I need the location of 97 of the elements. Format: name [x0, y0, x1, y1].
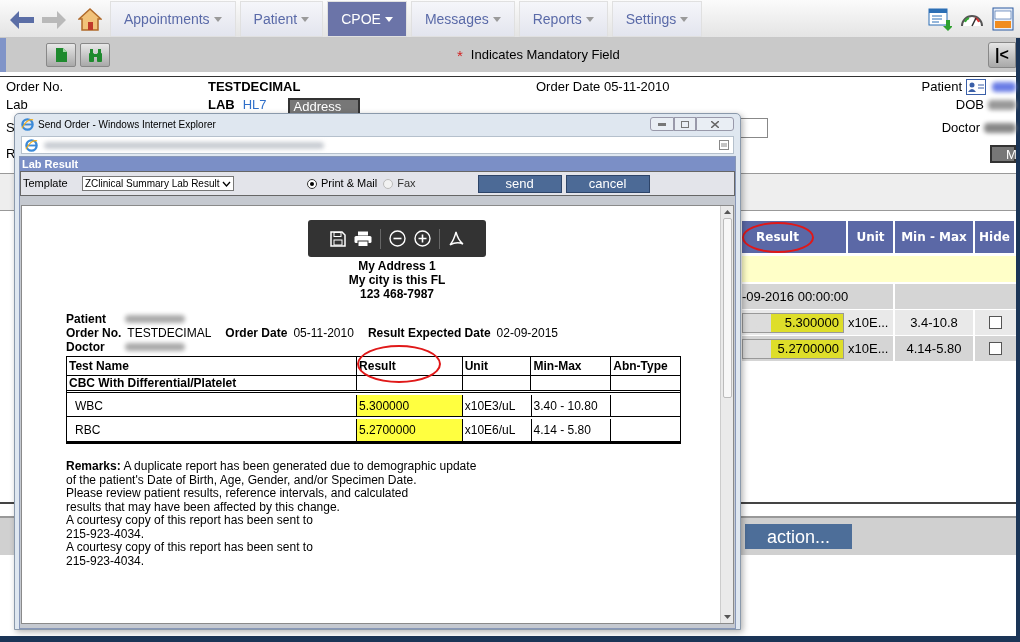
table-cell: 5.2700000 — [357, 419, 463, 441]
table-cell: 3.40 - 10.80 — [531, 395, 612, 416]
remarks-text: Remarks: A duplicate report has been generated due to demographic update of the patient's Date of Birth, Age, Gender, and/or Specimen Date. Please review patient results, reference intervals, and calculated results that may have been affected by this change. A courtesy copy of this report has been sent to 215-923-4034. A courtesy copy of this report has been sent to 215-923-4034. — [66, 460, 478, 568]
close-button[interactable] — [696, 117, 734, 131]
table-cell: CBC With Differential/Platelet — [67, 376, 358, 390]
table-cell: x10E6/uL — [462, 419, 532, 441]
column-header[interactable]: Min - Max — [895, 221, 975, 253]
back-icon[interactable] — [10, 11, 34, 29]
binoculars-icon — [87, 48, 103, 62]
caret-icon — [680, 16, 689, 22]
field-label: R — [6, 145, 16, 164]
menu-tab[interactable]: Appointments — [110, 1, 236, 37]
field-label: Patient — [921, 78, 962, 97]
column-header: Abn-Type — [612, 358, 669, 375]
column-header: Unit — [462, 357, 532, 375]
menu-tab[interactable]: Messages — [410, 1, 515, 37]
field-label: Template — [23, 176, 69, 192]
search-button[interactable] — [80, 43, 110, 67]
address-line: My Address 1 — [358, 259, 436, 273]
window-title: Send Order - Windows Internet Explorer — [38, 117, 216, 132]
panel-title: Lab Result — [20, 157, 735, 171]
radio-label: Print & Mail — [321, 176, 378, 192]
column-header: Min-Max — [531, 357, 612, 375]
field-label: Lab — [6, 96, 29, 115]
scrollbar[interactable] — [720, 206, 733, 623]
order-date: Order Date 05-11-2010 — [536, 78, 670, 97]
menu-tab[interactable]: Patient — [239, 1, 324, 37]
browser-icon — [25, 138, 38, 152]
print-icon[interactable] — [353, 230, 372, 247]
field-label: Order Date — [225, 326, 288, 340]
zoom-in-icon[interactable] — [413, 230, 431, 247]
compatibility-icon[interactable] — [719, 140, 729, 150]
field-value: TESTDECIMAL — [127, 326, 212, 340]
field-label: Doctor — [941, 119, 980, 138]
maximize-icon — [681, 120, 689, 128]
table-cell: -09-2016 00:00:00 — [742, 284, 893, 309]
list-download-icon[interactable] — [928, 6, 952, 31]
zoom-out-icon[interactable] — [388, 230, 406, 247]
mandatory-note: Indicates Mandatory Field — [470, 46, 620, 65]
patient-card-icon[interactable] — [966, 79, 986, 95]
table-cell: x10E... — [848, 336, 895, 361]
radio-button[interactable] — [307, 178, 317, 189]
caret-icon — [301, 16, 310, 22]
radio-label: Fax — [397, 176, 416, 192]
minimize-button[interactable] — [650, 117, 674, 131]
address-button[interactable]: Address — [287, 98, 360, 113]
field-value: 02-09-2015 — [496, 326, 558, 340]
order-number: TESTDECIMAL — [208, 78, 302, 97]
field-label: Doctor — [66, 340, 106, 354]
caret-icon — [384, 16, 393, 22]
field-label: S — [6, 119, 15, 138]
field-label: Patient — [66, 312, 107, 326]
dialog-button[interactable]: send — [477, 174, 562, 193]
home-icon[interactable] — [78, 7, 102, 31]
table-cell: 5.300000 — [357, 395, 463, 416]
menu-tab[interactable]: CPOE — [327, 1, 407, 37]
close-icon — [711, 120, 719, 128]
field-value: 05-11-2010 — [293, 326, 354, 340]
field-label: Order No. — [6, 78, 65, 97]
address-line: My city is this FL — [348, 273, 446, 287]
result-field[interactable]: 5.2700000 — [742, 338, 844, 359]
table-cell: 4.14-5.80 — [895, 336, 975, 361]
new-document-button[interactable] — [46, 43, 76, 67]
more-button[interactable]: M — [990, 145, 1016, 163]
chevron-icon — [222, 180, 231, 187]
lab-name: LAB — [208, 96, 235, 115]
menu-tab[interactable]: Reports — [518, 1, 608, 37]
menu-tab[interactable]: Settings — [611, 1, 703, 37]
result-field[interactable]: 5.300000 — [742, 312, 844, 333]
table-cell: x10E3/uL — [462, 395, 532, 416]
caret-icon — [585, 16, 594, 22]
table-cell: 4.14 - 5.80 — [531, 419, 612, 441]
radio-button[interactable] — [383, 178, 394, 189]
lab-link[interactable]: HL7 — [242, 95, 267, 115]
hide-checkbox[interactable] — [989, 342, 1002, 355]
caret-icon — [492, 16, 501, 22]
mandatory-asterisk: * — [457, 47, 463, 63]
address-line: 123 468-7987 — [359, 287, 435, 301]
dialog-button[interactable]: cancel — [565, 174, 650, 193]
caret-icon — [213, 16, 222, 22]
field-label: DOB — [955, 96, 984, 115]
column-header[interactable]: Unit — [848, 221, 895, 253]
column-header: Result — [357, 357, 463, 375]
field-label: Result Expected Date — [367, 326, 491, 340]
column-header: Test Name — [67, 357, 358, 375]
browser-icon — [21, 117, 34, 131]
template-select[interactable]: ZClinical Summary Lab Result — [82, 176, 234, 191]
save-icon[interactable] — [329, 230, 346, 247]
minimize-icon — [658, 122, 666, 126]
maximize-button[interactable] — [674, 117, 696, 131]
document-icon — [55, 48, 67, 62]
action-button[interactable]: action... — [745, 524, 852, 549]
collapse-button[interactable]: |< — [988, 42, 1016, 68]
column-header[interactable]: Hide — [975, 221, 1016, 253]
scroll-down-icon[interactable] — [723, 615, 731, 619]
field-label: Order No. — [66, 326, 122, 340]
hide-checkbox[interactable] — [989, 316, 1002, 329]
